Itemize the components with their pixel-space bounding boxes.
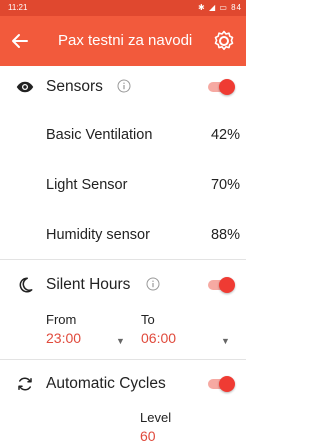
sensors-toggle[interactable] xyxy=(204,79,235,95)
silent-hours-toggle[interactable] xyxy=(204,277,235,293)
app-bar: Pax testni za navodi xyxy=(0,16,246,66)
info-icon[interactable] xyxy=(146,277,160,291)
automatic-cycles-label: Automatic Cycles xyxy=(46,375,166,392)
sensor-value: 70% xyxy=(210,177,240,193)
to-value[interactable]: 06:00 xyxy=(141,330,176,346)
list-item: Humidity sensor 88% xyxy=(0,224,246,248)
silent-hours-label: Silent Hours xyxy=(46,276,131,293)
automatic-cycles-toggle[interactable] xyxy=(204,376,235,392)
eye-icon xyxy=(16,78,34,96)
to-time-picker[interactable]: To 06:00 xyxy=(141,312,176,346)
status-icons: ✱ ◢ ▭ 84 xyxy=(198,3,242,12)
silent-hours-header: Silent Hours xyxy=(0,270,246,300)
sensor-name: Light Sensor xyxy=(46,177,128,193)
automatic-cycles-header: Automatic Cycles xyxy=(0,369,246,399)
sensor-name: Humidity sensor xyxy=(46,227,150,243)
moon-icon xyxy=(16,276,34,294)
divider xyxy=(0,359,246,360)
chevron-down-icon[interactable]: ▼ xyxy=(221,336,230,346)
info-icon[interactable] xyxy=(117,79,131,93)
level-value[interactable]: 60 xyxy=(140,428,171,444)
arrow-back-icon[interactable] xyxy=(8,29,32,53)
sensors-header: Sensors xyxy=(0,72,246,102)
sensor-name: Basic Ventilation xyxy=(46,127,153,143)
chevron-down-icon[interactable]: ▼ xyxy=(116,336,125,346)
refresh-icon xyxy=(16,375,34,393)
sensors-label: Sensors xyxy=(46,78,103,95)
list-item: Light Sensor 70% xyxy=(0,174,246,198)
status-bar: 11:21 ✱ ◢ ▭ 84 xyxy=(0,0,246,16)
sensor-value: 88% xyxy=(210,227,240,243)
from-time-picker[interactable]: From 23:00 xyxy=(46,312,81,346)
from-label: From xyxy=(46,312,77,327)
list-item: Basic Ventilation 42% xyxy=(0,124,246,148)
sensor-value: 42% xyxy=(210,127,240,143)
gear-icon[interactable] xyxy=(212,29,236,53)
divider xyxy=(0,259,246,260)
from-value[interactable]: 23:00 xyxy=(46,330,81,346)
page-title: Pax testni za navodi xyxy=(58,32,193,49)
to-label: To xyxy=(141,312,155,327)
status-time: 11:21 xyxy=(8,3,28,12)
level-label: Level xyxy=(140,410,172,425)
